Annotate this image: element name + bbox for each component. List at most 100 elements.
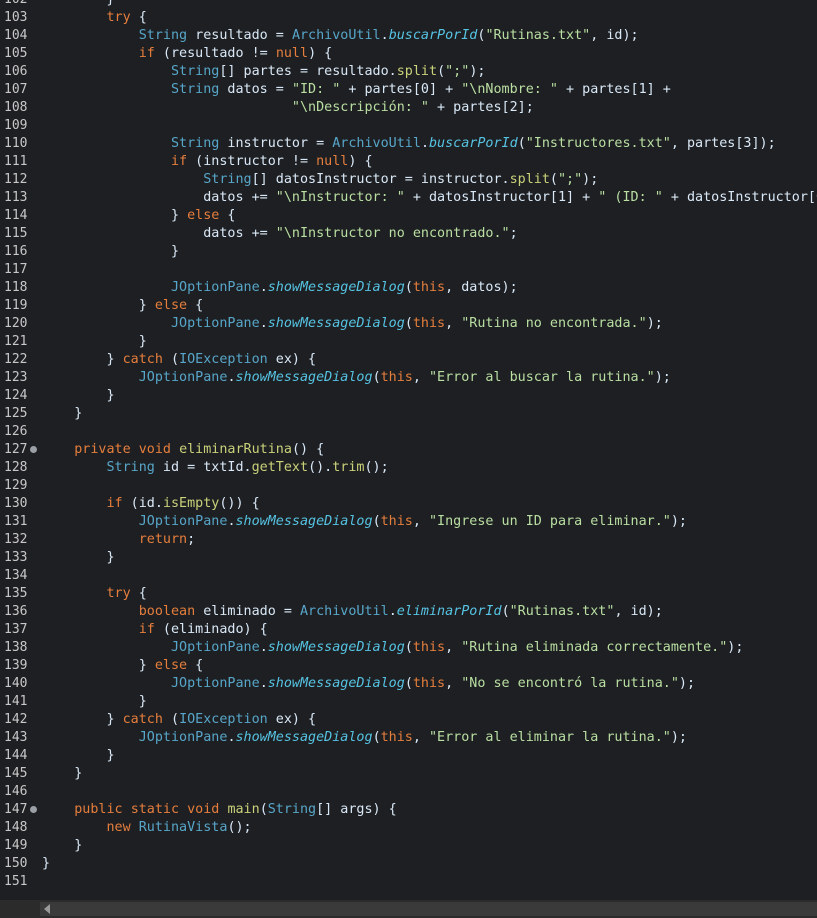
code-token: ( <box>372 514 381 529</box>
line-number: 130 <box>4 496 28 511</box>
code-token: ()) { <box>219 496 260 511</box>
code-line[interactable]: 150} <box>0 855 817 873</box>
code-token: ( <box>162 352 180 367</box>
code-token: RutinaVista <box>138 820 228 835</box>
line-number: 144 <box>4 748 28 763</box>
code-token: ( <box>372 730 381 745</box>
code-token: } <box>42 334 147 349</box>
code-line[interactable]: 128 String id = txtId.getText().trim(); <box>0 459 817 477</box>
code-line[interactable]: 129 <box>0 477 817 495</box>
code-text: } else { <box>42 657 204 675</box>
fold-marker-icon[interactable] <box>30 806 37 813</box>
line-number: 122 <box>4 352 28 367</box>
code-line[interactable]: 104 String resultado = ArchivoUtil.busca… <box>0 27 817 45</box>
code-line[interactable]: 147 public static void main(String[] arg… <box>0 801 817 819</box>
code-line[interactable]: 130 if (id.isEmpty()) { <box>0 495 817 513</box>
line-number: 142 <box>4 712 28 727</box>
code-line[interactable]: 122 } catch (IOException ex) { <box>0 351 817 369</box>
code-line[interactable]: 143 JOptionPane.showMessageDialog(this, … <box>0 729 817 747</box>
code-line[interactable]: 132 return; <box>0 531 817 549</box>
code-line[interactable]: 125 } <box>0 405 817 423</box>
code-line[interactable]: 119 } else { <box>0 297 817 315</box>
code-line[interactable]: 110 String instructor = ArchivoUtil.busc… <box>0 135 817 153</box>
code-line[interactable]: 105 if (resultado != null) { <box>0 45 817 63</box>
code-line[interactable]: 142 } catch (IOException ex) { <box>0 711 817 729</box>
code-token: isEmpty <box>162 496 220 511</box>
code-line[interactable]: 108 "\nDescripción: " + partes[2]; <box>0 99 817 117</box>
code-text: } <box>42 333 147 351</box>
code-token: (id. <box>122 496 163 511</box>
code-line[interactable]: 139 } else { <box>0 657 817 675</box>
code-text: JOptionPane.showMessageDialog(this, "Err… <box>42 729 687 747</box>
code-line[interactable]: 137 if (eliminado) { <box>0 621 817 639</box>
code-text: } <box>42 405 82 423</box>
code-line[interactable]: 114 } else { <box>0 207 817 225</box>
code-line[interactable]: 115 datos += "\nInstructor no encontrado… <box>0 225 817 243</box>
code-token: } <box>42 838 83 853</box>
code-editor[interactable]: 102 }103 try {104 String resultado = Arc… <box>0 0 817 900</box>
code-token: (instructor != <box>187 154 317 169</box>
line-number: 119 <box>4 298 28 313</box>
code-line[interactable]: 146 <box>0 783 817 801</box>
code-line[interactable]: 112 String[] datosInstructor = instructo… <box>0 171 817 189</box>
scroll-left-arrow-icon[interactable] <box>44 904 50 914</box>
code-token: . <box>227 514 236 529</box>
code-line[interactable]: 120 JOptionPane.showMessageDialog(this, … <box>0 315 817 333</box>
horizontal-scrollbar[interactable] <box>0 900 817 918</box>
line-number: 107 <box>4 82 28 97</box>
code-line[interactable]: 136 boolean eliminado = ArchivoUtil.elim… <box>0 603 817 621</box>
code-text: } <box>42 549 114 567</box>
code-token: eliminarPorId <box>396 604 502 619</box>
code-line[interactable]: 116 } <box>0 243 817 261</box>
code-token: "Rutinas.txt" <box>485 28 591 43</box>
code-line[interactable]: 103 try { <box>0 9 817 27</box>
code-token: this <box>412 640 446 655</box>
code-line[interactable]: 141 } <box>0 693 817 711</box>
code-line[interactable]: 140 JOptionPane.showMessageDialog(this, … <box>0 675 817 693</box>
code-line[interactable]: 118 JOptionPane.showMessageDialog(this, … <box>0 279 817 297</box>
code-token: String <box>138 28 188 43</box>
code-line[interactable]: 124 } <box>0 387 817 405</box>
code-text: } else { <box>42 297 204 315</box>
code-line[interactable]: 127 private void eliminarRutina() { <box>0 441 817 459</box>
code-token: . <box>259 640 268 655</box>
code-line[interactable]: 123 JOptionPane.showMessageDialog(this, … <box>0 369 817 387</box>
code-line[interactable]: 145 } <box>0 765 817 783</box>
code-line[interactable]: 135 try { <box>0 585 817 603</box>
code-line[interactable]: 106 String[] partes = resultado.split(";… <box>0 63 817 81</box>
code-line[interactable]: 111 if (instructor != null) { <box>0 153 817 171</box>
code-line[interactable]: 107 String datos = "ID: " + partes[0] + … <box>0 81 817 99</box>
scrollbar-track[interactable] <box>40 902 817 916</box>
code-token: } <box>42 208 188 223</box>
code-token: showMessageDialog <box>267 316 405 331</box>
code-token: showMessageDialog <box>267 676 405 691</box>
code-line[interactable]: 117 <box>0 261 817 279</box>
line-number: 140 <box>4 676 28 691</box>
code-line[interactable]: 121 } <box>0 333 817 351</box>
fold-marker-icon[interactable] <box>30 446 37 453</box>
code-token: String <box>171 82 220 97</box>
code-line[interactable]: 138 JOptionPane.showMessageDialog(this, … <box>0 639 817 657</box>
code-line[interactable]: 148 new RutinaVista(); <box>0 819 817 837</box>
line-number: 139 <box>4 658 28 673</box>
code-text: } <box>42 765 82 783</box>
line-number: 118 <box>4 280 28 295</box>
code-line[interactable]: 102 } <box>0 0 817 9</box>
code-line[interactable]: 126 <box>0 423 817 441</box>
code-line[interactable]: 109 <box>0 117 817 135</box>
line-number: 113 <box>4 190 28 205</box>
code-line[interactable]: 149 } <box>0 837 817 855</box>
code-line[interactable]: 133 } <box>0 549 817 567</box>
code-line[interactable]: 134 <box>0 567 817 585</box>
code-token: } <box>42 658 155 673</box>
code-line[interactable]: 131 JOptionPane.showMessageDialog(this, … <box>0 513 817 531</box>
code-line[interactable]: 144 } <box>0 747 817 765</box>
code-line[interactable]: 151 <box>0 873 817 891</box>
code-line[interactable]: 113 datos += "\nInstructor: " + datosIns… <box>0 189 817 207</box>
